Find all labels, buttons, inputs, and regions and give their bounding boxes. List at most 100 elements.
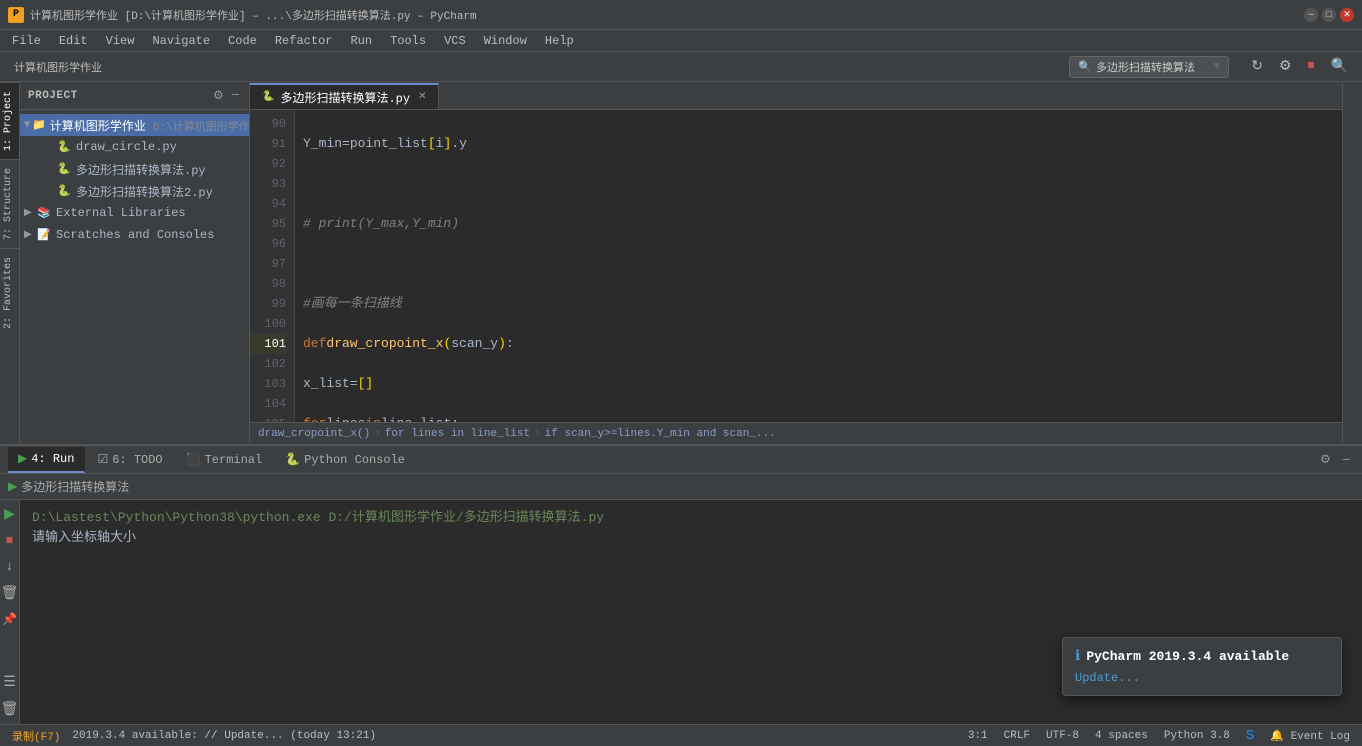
search-box[interactable]: 🔍 多边形扫描转换算法 ▼	[1069, 56, 1229, 78]
status-indent[interactable]: 4 spaces	[1091, 730, 1152, 742]
breadcrumb-item-1[interactable]: draw_cropoint_x()	[258, 428, 370, 440]
run-clear-btn[interactable]: 🗑	[0, 583, 20, 604]
search-icon: 🔍	[1078, 60, 1092, 74]
menu-edit[interactable]: Edit	[51, 32, 96, 50]
search-dropdown-icon[interactable]: ▼	[1214, 61, 1221, 73]
run-panel-header: ▶ 多边形扫描转换算法	[0, 474, 1362, 500]
run-list-btn[interactable]: ☰	[1, 672, 18, 693]
menu-vcs[interactable]: VCS	[436, 32, 474, 50]
run-play-btn[interactable]: ▶	[2, 504, 17, 525]
tree-arrow-scratch: ▶	[24, 229, 34, 241]
code-line-92: # print(Y_max,Y_min)	[303, 214, 1334, 234]
editor-tab-main[interactable]: 🐍 多边形扫描转换算法.py ✕	[250, 83, 439, 109]
breadcrumb: draw_cropoint_x() › for lines in line_li…	[250, 422, 1342, 444]
toolbar-search-btn[interactable]: 🔍	[1325, 56, 1354, 77]
tree-arrow-root: ▼	[24, 120, 30, 131]
bottom-settings-btn[interactable]: ⚙	[1316, 450, 1335, 469]
run-pin-btn[interactable]: 📌	[0, 610, 19, 629]
sidebar-item-scan-alg2[interactable]: 🐍 多边形扫描转换算法2.py	[20, 180, 249, 202]
terminal-tab-icon: ⬛	[186, 452, 201, 467]
notification-update-link[interactable]: Update...	[1075, 671, 1140, 685]
tree-arrow-ext: ▶	[24, 207, 34, 219]
status-sougou-icon: S	[1242, 728, 1258, 744]
sidebar-item-draw-circle[interactable]: 🐍 draw_circle.py	[20, 136, 249, 158]
menu-view[interactable]: View	[98, 32, 143, 50]
sidebar-item-scan-alg[interactable]: 🐍 多边形扫描转换算法.py	[20, 158, 249, 180]
bottom-tab-python-console[interactable]: 🐍 Python Console	[275, 447, 416, 473]
sidebar-item-scratches[interactable]: ▶ 📝 Scratches and Consoles	[20, 224, 249, 246]
status-encoding[interactable]: UTF-8	[1042, 730, 1083, 742]
left-tab-favorites[interactable]: 2: Favorites	[0, 248, 19, 337]
menu-refactor[interactable]: Refactor	[267, 32, 341, 50]
sidebar-item-external-libs[interactable]: ▶ 📚 External Libraries	[20, 202, 249, 224]
status-position[interactable]: 3:1	[964, 730, 992, 742]
right-vertical-tabs	[1342, 82, 1362, 444]
bottom-tab-terminal[interactable]: ⬛ Terminal	[176, 447, 274, 473]
code-line-95: def draw_cropoint_x(scan_y):	[303, 334, 1334, 354]
status-update-info[interactable]: 2019.3.4 available: // Update... (today …	[68, 730, 380, 742]
python-console-icon: 🐍	[285, 452, 300, 467]
bottom-tabs-bar: ▶ 4: Run ☑ 6: TODO ⬛ Terminal 🐍 Python C…	[0, 446, 1362, 474]
bottom-toolbar: ⚙ ─	[1316, 450, 1354, 469]
breadcrumb-item-2[interactable]: for lines in line_list	[385, 428, 530, 440]
left-tab-structure[interactable]: 7: Structure	[0, 159, 19, 248]
statusbar: 录制(F7) 2019.3.4 available: // Update... …	[0, 724, 1362, 746]
breadcrumb-item-3[interactable]: if scan_y>=lines.Y_min and scan_...	[545, 428, 776, 440]
status-python-version[interactable]: Python 3.8	[1160, 730, 1234, 742]
tab-close-icon[interactable]: ✕	[418, 91, 426, 103]
status-right: 3:1 CRLF UTF-8 4 spaces Python 3.8 S 🔔 E…	[964, 728, 1354, 744]
sidebar-gear-icon[interactable]: ⚙	[211, 86, 226, 105]
folder-icon: 📁	[32, 117, 46, 133]
maximize-button[interactable]: □	[1322, 8, 1336, 22]
menu-code[interactable]: Code	[220, 32, 265, 50]
run-sidebar-tools: ▶ ⏹ ↓ 🗑 📌 ☰ 🗑	[0, 500, 20, 724]
library-icon: 📚	[36, 205, 52, 221]
python-console-label: Python Console	[304, 453, 405, 467]
close-button[interactable]: ✕	[1340, 8, 1354, 22]
python-file-icon1: 🐍	[56, 139, 72, 155]
toolbar-refresh-btn[interactable]: ↻	[1245, 56, 1269, 77]
notification-popup: ℹ PyCharm 2019.3.4 available Update...	[1062, 637, 1342, 696]
run-stop-btn[interactable]: ⏹	[4, 531, 15, 551]
menu-run[interactable]: Run	[342, 32, 380, 50]
status-record[interactable]: 录制(F7)	[8, 728, 64, 744]
menu-help[interactable]: Help	[537, 32, 582, 50]
breadcrumb-sep-1: ›	[374, 428, 381, 440]
code-line-91	[303, 174, 1334, 194]
toolbar-stop-btn[interactable]: ⏹	[1302, 56, 1321, 77]
title-left: P 计算机图形学作业 [D:\计算机图形学作业] – ...\多边形扫描转换算法…	[8, 7, 477, 23]
sidebar-label-scan-alg2: 多边形扫描转换算法2.py	[76, 183, 213, 200]
code-line-97: for lines in line_list:	[303, 414, 1334, 422]
left-vertical-tabs: 1: Project 7: Structure 2: Favorites	[0, 82, 20, 444]
terminal-tab-label: Terminal	[205, 453, 263, 467]
bottom-minimize-btn[interactable]: ─	[1339, 451, 1354, 469]
minimize-button[interactable]: ─	[1304, 8, 1318, 22]
run-trash-btn[interactable]: 🗑	[0, 699, 20, 720]
sidebar-minimize-icon[interactable]: ─	[230, 86, 241, 105]
bottom-tab-run[interactable]: ▶ 4: Run	[8, 447, 85, 473]
status-left: 录制(F7) 2019.3.4 available: // Update... …	[8, 728, 380, 744]
menu-navigate[interactable]: Navigate	[144, 32, 218, 50]
bottom-tab-todo[interactable]: ☑ 6: TODO	[87, 447, 173, 473]
status-event-log[interactable]: 🔔 Event Log	[1266, 729, 1354, 743]
code-line-94: #画每一条扫描线	[303, 294, 1334, 314]
code-line-93	[303, 254, 1334, 274]
title-text: 计算机图形学作业 [D:\计算机图形学作业] – ...\多边形扫描转换算法.p…	[30, 7, 477, 23]
run-icon: ▶	[8, 479, 17, 494]
output-text-line: 请输入坐标轴大小	[32, 528, 1350, 548]
toolbar-settings-btn[interactable]: ⚙	[1273, 56, 1298, 77]
run-tab-label: 4: Run	[31, 452, 74, 466]
menu-window[interactable]: Window	[476, 32, 535, 50]
todo-tab-icon: ☑	[97, 452, 108, 467]
python-file-icon2: 🐍	[56, 161, 72, 177]
run-scroll-to-end-btn[interactable]: ↓	[3, 557, 15, 577]
code-content[interactable]: Y_min=point_list[i].y # print(Y_max,Y_mi…	[295, 110, 1342, 422]
notification-title: PyCharm 2019.3.4 available	[1086, 649, 1289, 664]
sidebar-item-root-folder[interactable]: ▼ 📁 计算机图形学作业 D:\计算机图形学作业	[20, 114, 249, 136]
left-tab-project[interactable]: 1: Project	[0, 82, 19, 159]
toolbar-project-name: 计算机图形学作业	[8, 57, 108, 77]
menubar: File Edit View Navigate Code Refactor Ru…	[0, 30, 1362, 52]
menu-file[interactable]: File	[4, 32, 49, 50]
menu-tools[interactable]: Tools	[382, 32, 434, 50]
status-line-ending[interactable]: CRLF	[1000, 730, 1034, 742]
